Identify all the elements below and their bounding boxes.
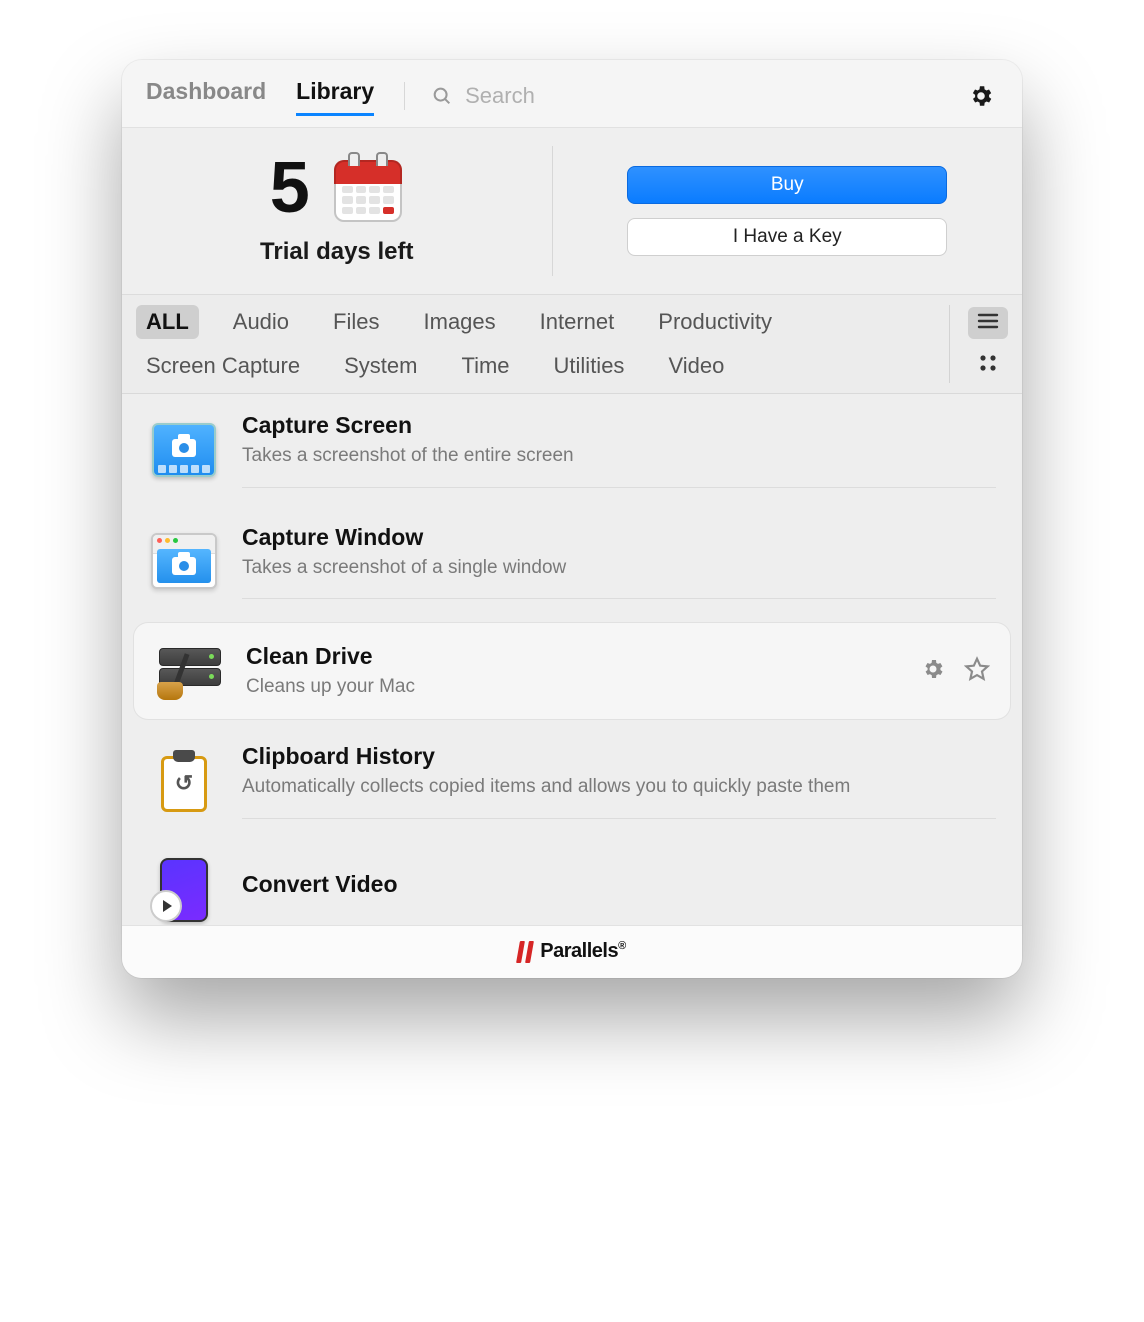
footer: Parallels® (122, 925, 1022, 978)
search-box (431, 82, 954, 110)
category-utilities[interactable]: Utilities (544, 349, 635, 383)
clean-drive-icon (152, 639, 224, 703)
category-files[interactable]: Files (323, 305, 389, 339)
settings-button[interactable] (964, 79, 998, 113)
category-video[interactable]: Video (658, 349, 734, 383)
category-filter-bar: ALL Audio Files Images Internet Producti… (122, 295, 1022, 394)
app-window: Dashboard Library 5 (122, 60, 1022, 978)
category-list: ALL Audio Files Images Internet Producti… (136, 305, 949, 383)
tool-row-convert-video[interactable]: Convert Video (122, 837, 1022, 925)
trial-actions: Buy I Have a Key (553, 128, 1023, 294)
trial-days-number: 5 (270, 152, 310, 224)
view-toggles (949, 305, 1008, 383)
category-screen-capture[interactable]: Screen Capture (136, 349, 310, 383)
gear-icon (921, 657, 945, 686)
parallels-logo-icon (518, 941, 532, 963)
category-internet[interactable]: Internet (530, 305, 625, 339)
trial-banner: 5 Trial days left Buy (122, 128, 1022, 295)
main-tabs: Dashboard Library (146, 78, 374, 113)
category-audio[interactable]: Audio (223, 305, 299, 339)
category-productivity[interactable]: Productivity (648, 305, 782, 339)
capture-screen-icon (148, 418, 220, 482)
tool-description: Takes a screenshot of a single window (242, 555, 996, 581)
brand-name: Parallels® (540, 940, 625, 963)
have-key-button[interactable]: I Have a Key (627, 218, 947, 256)
search-icon (431, 85, 453, 107)
tool-settings-button[interactable] (918, 656, 948, 686)
tab-library[interactable]: Library (296, 78, 374, 116)
category-all[interactable]: ALL (136, 305, 199, 339)
tool-row-capture-window[interactable]: Capture Window Takes a screenshot of a s… (122, 506, 1022, 618)
tool-title: Clipboard History (242, 743, 996, 770)
category-time[interactable]: Time (451, 349, 519, 383)
gear-icon (968, 83, 994, 109)
tool-row-capture-screen[interactable]: Capture Screen Takes a screenshot of the… (122, 394, 1022, 506)
tool-title: Clean Drive (246, 643, 896, 670)
grid-view-button[interactable] (968, 349, 1008, 381)
tool-title: Convert Video (242, 871, 996, 898)
tool-list: Capture Screen Takes a screenshot of the… (122, 394, 1022, 925)
category-images[interactable]: Images (414, 305, 506, 339)
trial-info: 5 Trial days left (122, 128, 552, 294)
tool-title: Capture Screen (242, 412, 996, 439)
tool-description: Automatically collects copied items and … (242, 774, 996, 800)
calendar-icon (332, 152, 404, 224)
topbar: Dashboard Library (122, 60, 1022, 128)
convert-video-icon (148, 855, 220, 919)
buy-button[interactable]: Buy (627, 166, 947, 204)
list-view-icon (977, 312, 999, 335)
tab-dashboard[interactable]: Dashboard (146, 78, 266, 113)
category-system[interactable]: System (334, 349, 427, 383)
trial-caption: Trial days left (260, 238, 413, 266)
capture-window-icon (148, 529, 220, 593)
tool-favorite-button[interactable] (962, 656, 992, 686)
tool-title: Capture Window (242, 524, 996, 551)
clipboard-history-icon: ↺ (148, 749, 220, 813)
tool-description: Cleans up your Mac (246, 674, 896, 700)
star-icon (964, 656, 990, 687)
list-view-button[interactable] (968, 307, 1008, 339)
separator (404, 82, 405, 110)
search-input[interactable] (463, 82, 954, 110)
grid-view-icon (979, 354, 997, 377)
tool-row-clean-drive[interactable]: Clean Drive Cleans up your Mac (134, 623, 1010, 719)
tool-row-clipboard-history[interactable]: ↺ Clipboard History Automatically collec… (122, 725, 1022, 837)
tool-description: Takes a screenshot of the entire screen (242, 443, 996, 469)
